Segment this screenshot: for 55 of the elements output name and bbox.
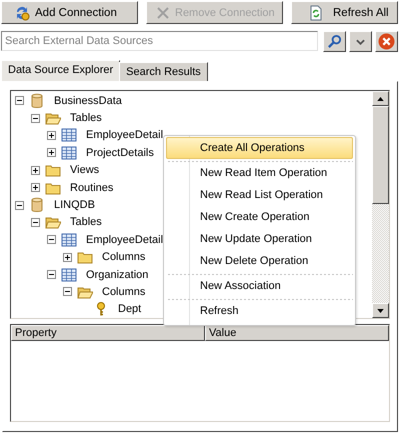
expand-toggle[interactable]: [31, 183, 40, 192]
expand-toggle[interactable]: [15, 96, 24, 106]
search-icon: [327, 34, 342, 49]
tree-item[interactable]: Columns: [102, 251, 146, 264]
table-icon: [61, 144, 77, 161]
tree-item[interactable]: Tables: [70, 112, 102, 124]
expand-toggle[interactable]: [31, 218, 40, 227]
up-arrow-icon[interactable]: [377, 96, 384, 100]
vertical-scrollbar[interactable]: [372, 91, 389, 318]
tree-item[interactable]: EmployeeDetail: [86, 234, 164, 246]
x-icon: [155, 4, 171, 20]
close-icon: [378, 33, 396, 50]
clear-search-button[interactable]: [375, 31, 398, 52]
tree-item[interactable]: BusinessData: [54, 94, 122, 107]
menu-item[interactable]: New Delete Operation: [166, 250, 353, 272]
chevron-down-icon: [356, 38, 366, 44]
connection-gear-icon: [14, 4, 30, 20]
expand-toggle[interactable]: [15, 200, 24, 210]
tree-item[interactable]: Organization: [86, 268, 148, 281]
expand-toggle[interactable]: [63, 252, 72, 262]
dropdown-button[interactable]: [349, 31, 372, 52]
tree-item[interactable]: LINQDB: [54, 199, 95, 212]
expand-toggle[interactable]: [31, 166, 40, 175]
expand-toggle[interactable]: [47, 235, 56, 244]
tree-item[interactable]: Routines: [70, 182, 114, 194]
down-arrow-icon[interactable]: [377, 308, 384, 312]
table-icon: [61, 127, 77, 144]
tab[interactable]: Data Source Explorer: [1, 60, 120, 81]
tree-item[interactable]: Views: [70, 164, 100, 176]
search-button[interactable]: [323, 31, 346, 52]
search-field[interactable]: Search External Data Sources: [1, 31, 318, 51]
expand-toggle[interactable]: [47, 270, 56, 280]
tree-item[interactable]: EmployeeDetail: [86, 129, 164, 142]
table-icon: [61, 232, 77, 248]
tab[interactable]: Search Results: [119, 62, 208, 81]
refresh-all-button[interactable]: Refresh All: [291, 1, 398, 24]
tree-item[interactable]: Columns: [102, 286, 146, 298]
expand-toggle[interactable]: [47, 130, 56, 140]
tree-item[interactable]: ProjectDetails: [86, 146, 154, 159]
menu-item[interactable]: New Update Operation: [166, 228, 353, 250]
tree-item[interactable]: Tables: [70, 216, 102, 228]
expand-toggle[interactable]: [47, 148, 56, 158]
menu-item[interactable]: New Create Operation: [166, 206, 353, 228]
database-icon: [29, 197, 45, 214]
table-icon: [61, 266, 77, 283]
add-connection-button[interactable]: Add Connection: [1, 1, 138, 24]
menu-item[interactable]: Create All Operations: [166, 137, 353, 159]
refresh-document-icon: [308, 4, 324, 20]
column-header[interactable]: Property: [11, 325, 205, 341]
expand-toggle[interactable]: [63, 287, 72, 296]
expand-toggle[interactable]: [31, 114, 40, 123]
column-header[interactable]: Value: [205, 325, 389, 341]
menu-item[interactable]: New Read List Operation: [166, 184, 353, 206]
tree-item[interactable]: Dept: [118, 303, 142, 316]
database-icon: [29, 92, 45, 109]
